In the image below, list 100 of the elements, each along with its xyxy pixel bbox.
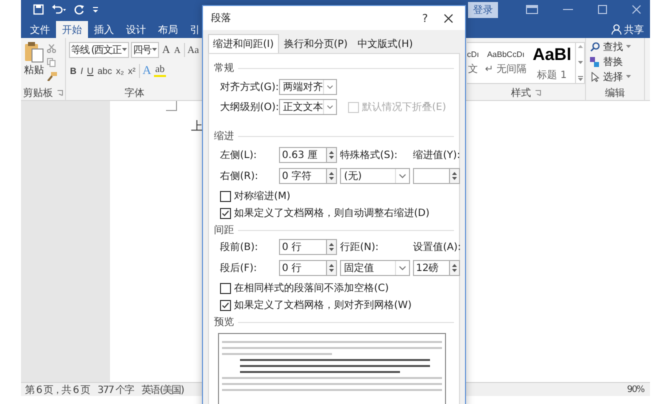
save-icon[interactable] (33, 4, 44, 15)
ribbon-tab[interactable]: 插入 (88, 21, 120, 38)
brush-icon[interactable] (47, 72, 57, 81)
checkbox-label: 在相同样式的段落间不添加空格(C) (234, 282, 389, 295)
spin-arrows-icon[interactable] (329, 242, 334, 252)
format-button[interactable]: x² (127, 66, 137, 76)
spin-button[interactable] (326, 168, 337, 184)
caret-icon (152, 48, 158, 52)
shrink-font-button[interactable]: A (173, 45, 182, 55)
spin-arrows-icon[interactable] (329, 263, 334, 273)
ribbon-tab[interactable]: 开始 (56, 21, 88, 38)
group-label: 剪贴板 (23, 86, 53, 100)
dialog-title: 段落 (211, 12, 231, 25)
checkbox[interactable] (220, 300, 231, 310)
spin-arrows-icon[interactable] (452, 171, 457, 181)
left-indent-field[interactable]: 0.63 厘 (279, 147, 326, 163)
style-item[interactable]: cDı 文 (467, 43, 482, 83)
editing-button[interactable]: 选择 (590, 70, 640, 84)
dialog-tab[interactable]: 中文版式(H) (352, 34, 418, 53)
launcher-icon[interactable] (535, 90, 541, 96)
ribbon-display-icon[interactable] (526, 5, 538, 14)
format-button[interactable]: x₂ (115, 66, 126, 76)
grow-font-button[interactable]: A (161, 44, 172, 56)
spin-arrows-icon[interactable] (329, 150, 334, 160)
status-text: 377 个字 (97, 384, 134, 396)
field-label: 段前(B): (220, 241, 260, 254)
font-name-select[interactable]: 等线 (西文正 (69, 42, 130, 58)
alignment-select[interactable]: 两端对齐 (279, 79, 337, 95)
customize-caret-icon[interactable] (92, 6, 99, 13)
caret-icon (626, 75, 631, 79)
field-label: 行距(N): (340, 241, 380, 254)
checkbox[interactable] (220, 208, 231, 218)
paste-button[interactable]: 粘贴 (24, 41, 44, 86)
line-spacing-select[interactable]: 固定值 (340, 260, 410, 276)
person-icon (611, 24, 622, 35)
indent-by-field[interactable] (413, 168, 449, 184)
spin-button[interactable] (326, 239, 337, 255)
dialog-tab[interactable]: 换行和分页(P) (278, 34, 353, 53)
checkbox[interactable] (220, 190, 231, 202)
group-label: 样式 (511, 86, 531, 100)
status-text: 英语(美国) (142, 384, 184, 396)
editing-button[interactable]: 替换 (590, 55, 640, 69)
line-spacing-value-field[interactable]: 12磅 (413, 260, 449, 276)
ribbon-tab[interactable]: 布局 (152, 21, 184, 38)
field-label: 缩进值(Y): (413, 148, 460, 162)
document-text: 上 (191, 118, 203, 135)
checkbox[interactable] (220, 282, 231, 294)
checkbox-label: 如果定义了文档网格，则自动调整右缩进(D) (234, 206, 430, 220)
group-label: 字体 (124, 86, 144, 100)
launcher-icon[interactable] (57, 90, 63, 96)
highlight-button[interactable]: ab (154, 64, 166, 77)
spin-arrows-icon[interactable] (329, 171, 334, 181)
login-button[interactable]: 登录 (468, 2, 498, 18)
scroll-down-icon[interactable] (578, 60, 582, 64)
space-after-field[interactable]: 0 行 (279, 260, 326, 276)
style-item[interactable]: AaBbCcDı ↵ 无间隔 (482, 43, 530, 83)
field-label: 对齐方式(G): (220, 80, 276, 94)
spin-button[interactable] (326, 260, 337, 276)
format-button[interactable]: I (80, 66, 84, 76)
dropdown-arrow-icon (395, 261, 409, 275)
undo-icon[interactable] (51, 4, 67, 15)
space-before-field[interactable]: 0 行 (279, 239, 326, 255)
section-heading: 常规 (214, 62, 234, 75)
format-button[interactable]: abc (96, 66, 114, 76)
field-label: 特殊格式(S): (340, 148, 399, 162)
spin-arrows-icon[interactable] (452, 263, 457, 273)
scissors-icon[interactable] (47, 44, 56, 53)
share-button[interactable]: 共享 (611, 21, 650, 38)
section-heading: 预览 (214, 316, 234, 329)
field-label: 右侧(R): (220, 170, 260, 183)
right-indent-field[interactable]: 0 字符 (279, 168, 326, 184)
zoom-level[interactable]: 90% (626, 384, 650, 394)
replace-icon (590, 57, 600, 67)
format-button[interactable]: B (69, 66, 78, 76)
gallery-scrollbar[interactable] (576, 42, 585, 84)
editing-button[interactable]: 查找 (590, 40, 640, 54)
close-icon[interactable] (444, 14, 453, 22)
help-button[interactable]: ? (422, 12, 428, 24)
ribbon-tab[interactable]: 文件 (24, 21, 56, 38)
ribbon-tab[interactable]: 引 (184, 21, 206, 38)
format-button[interactable]: U (86, 66, 95, 76)
spin-button[interactable] (326, 147, 337, 163)
dialog-tab[interactable]: 缩进和间距(I) (208, 34, 279, 53)
expand-gallery-icon[interactable] (578, 76, 582, 81)
outline-level-select[interactable]: 正文文本 (279, 99, 337, 115)
spin-button[interactable] (449, 260, 460, 276)
status-text: 第 6 页，共 6 页 (25, 384, 90, 396)
group-label: 编辑 (605, 86, 625, 100)
redo-icon[interactable] (74, 4, 85, 15)
style-item[interactable]: AaBl 标题 1 (530, 43, 574, 83)
change-case-button[interactable]: Aa (186, 44, 200, 56)
font-size-select[interactable]: 四号 (131, 42, 160, 58)
ribbon-tab[interactable]: 设计 (120, 21, 152, 38)
section-heading: 间距 (214, 224, 234, 237)
special-indent-select[interactable]: (无) (340, 168, 410, 184)
spin-button[interactable] (449, 168, 460, 184)
dropdown-arrow-icon (395, 169, 409, 183)
field-label: 设置值(A): (413, 240, 460, 254)
maximize-icon[interactable] (598, 5, 607, 14)
checkbox-label: 默认情况下折叠(E) (362, 100, 446, 114)
